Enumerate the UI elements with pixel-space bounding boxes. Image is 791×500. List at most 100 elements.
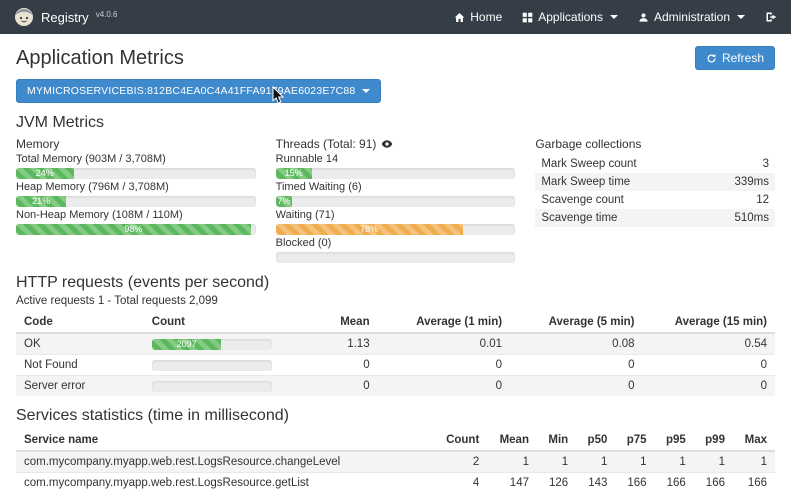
services-col-name: Service name [16, 430, 433, 451]
services-stats-heading: Services statistics (time in millisecond… [16, 407, 775, 425]
http-mean: 0 [280, 355, 378, 376]
service-name: com.mycompany.myapp.web.rest.LogsResourc… [16, 451, 433, 473]
service-p75: 1 [615, 451, 654, 473]
memory-heading: Memory [16, 136, 256, 151]
services-header-row: Service name Count Mean Min p50 p75 p95 … [16, 430, 775, 451]
progress-bar: 78% [276, 224, 516, 235]
http-code: Not Found [16, 355, 144, 376]
services-col-max: Max [733, 430, 775, 451]
http-avg1: 0.01 [378, 333, 510, 355]
gc-label: Mark Sweep count [535, 155, 702, 173]
progress-bar: 24% [16, 168, 256, 179]
http-avg1: 0 [378, 376, 510, 397]
services-col-p75: p75 [615, 430, 654, 451]
service-p95: 1 [655, 451, 694, 473]
nav-administration[interactable]: Administration [638, 10, 745, 24]
services-col-count: Count [433, 430, 487, 451]
http-requests-heading: HTTP requests (events per second) [16, 274, 775, 292]
http-requests-subtitle: Active requests 1 - Total requests 2,099 [16, 295, 775, 307]
http-count-cell [144, 355, 280, 376]
instance-selector-dropdown[interactable]: MYMICROSERVICEBIS:812BC4EA0C4A41FFA9179A… [16, 79, 381, 103]
http-count-cell [144, 376, 280, 397]
http-row: Server error 0 0 0 0 [16, 376, 775, 397]
progress-bar: 21% [16, 196, 256, 207]
service-count: 4 [433, 473, 487, 494]
http-col-avg15: Average (15 min) [643, 312, 775, 333]
metric-label: Waiting (71) [276, 209, 516, 222]
service-p95: 166 [655, 473, 694, 494]
gc-value: 12 [702, 191, 775, 209]
service-min: 1 [537, 451, 576, 473]
threads-column: Threads (Total: 91) Runnable 14 15% Time… [276, 136, 516, 263]
refresh-button[interactable]: Refresh [695, 46, 775, 70]
administration-icon [638, 12, 649, 23]
gc-row: Mark Sweep time 339ms [535, 173, 775, 191]
http-avg15: 0.54 [643, 333, 775, 355]
http-avg5: 0 [510, 376, 642, 397]
page-title: Application Metrics [16, 47, 184, 70]
metric-timed-waiting: Timed Waiting (6) 7% [276, 181, 516, 207]
service-max: 1 [733, 451, 775, 473]
jvm-metrics-heading: JVM Metrics [16, 114, 775, 132]
service-count: 2 [433, 451, 487, 473]
service-p99: 166 [694, 473, 733, 494]
sign-out-icon [765, 11, 777, 23]
http-code: OK [16, 333, 144, 355]
service-name: com.mycompany.myapp.web.rest.LogsResourc… [16, 473, 433, 494]
gc-label: Scavenge time [535, 209, 702, 227]
chevron-down-icon [610, 15, 618, 19]
services-col-p50: p50 [576, 430, 615, 451]
http-row: Not Found 0 0 0 0 [16, 355, 775, 376]
service-p50: 143 [576, 473, 615, 494]
metric-label: Total Memory (903M / 3,708M) [16, 153, 256, 166]
service-min: 126 [537, 473, 576, 494]
refresh-icon [706, 53, 717, 64]
page-header: Application Metrics Refresh [16, 46, 775, 70]
metric-waiting: Waiting (71) 78% [276, 209, 516, 235]
service-mean: 1 [487, 451, 537, 473]
gc-column: Garbage collections Mark Sweep count 3 M… [535, 136, 775, 263]
http-code: Server error [16, 376, 144, 397]
gc-value: 3 [702, 155, 775, 173]
metric-runnable: Runnable 14 15% [276, 153, 516, 179]
top-navbar: Registry v4.0.6 Home Applications Admini… [0, 0, 791, 34]
brand-version: v4.0.6 [96, 10, 118, 19]
gc-row: Scavenge count 12 [535, 191, 775, 209]
nav-signout[interactable] [765, 11, 777, 23]
http-count-cell: 2097 [144, 333, 280, 355]
http-avg15: 0 [643, 355, 775, 376]
chevron-down-icon [362, 89, 370, 93]
gc-heading: Garbage collections [535, 136, 775, 151]
threads-heading: Threads (Total: 91) [276, 136, 516, 151]
http-avg15: 0 [643, 376, 775, 397]
http-header-row: Code Count Mean Average (1 min) Average … [16, 312, 775, 333]
brand-logo-icon [14, 7, 34, 27]
brand[interactable]: Registry v4.0.6 [14, 7, 117, 27]
gc-table: Mark Sweep count 3 Mark Sweep time 339ms… [535, 155, 775, 227]
eye-icon[interactable] [381, 138, 393, 150]
chevron-down-icon [737, 15, 745, 19]
service-p99: 1 [694, 451, 733, 473]
service-p75: 166 [615, 473, 654, 494]
home-icon [454, 12, 465, 23]
services-col-p95: p95 [655, 430, 694, 451]
http-mean: 0 [280, 376, 378, 397]
nav-home[interactable]: Home [454, 10, 502, 24]
count-progress-bar: 2097 [152, 339, 272, 350]
gc-row: Scavenge time 510ms [535, 209, 775, 227]
http-col-avg5: Average (5 min) [510, 312, 642, 333]
nav-applications-label: Applications [538, 10, 603, 24]
metric-label: Timed Waiting (6) [276, 181, 516, 194]
service-p50: 1 [576, 451, 615, 473]
metric-label: Blocked (0) [276, 237, 516, 250]
progress-bar: 98% [16, 224, 256, 235]
gc-label: Scavenge count [535, 191, 702, 209]
services-col-p99: p99 [694, 430, 733, 451]
progress-bar [276, 252, 516, 263]
services-row: com.mycompany.myapp.web.rest.LogsResourc… [16, 473, 775, 494]
http-avg1: 0 [378, 355, 510, 376]
count-progress-bar [152, 360, 272, 371]
http-avg5: 0.08 [510, 333, 642, 355]
nav-links: Home Applications Administration [454, 10, 777, 24]
nav-applications[interactable]: Applications [522, 10, 618, 24]
